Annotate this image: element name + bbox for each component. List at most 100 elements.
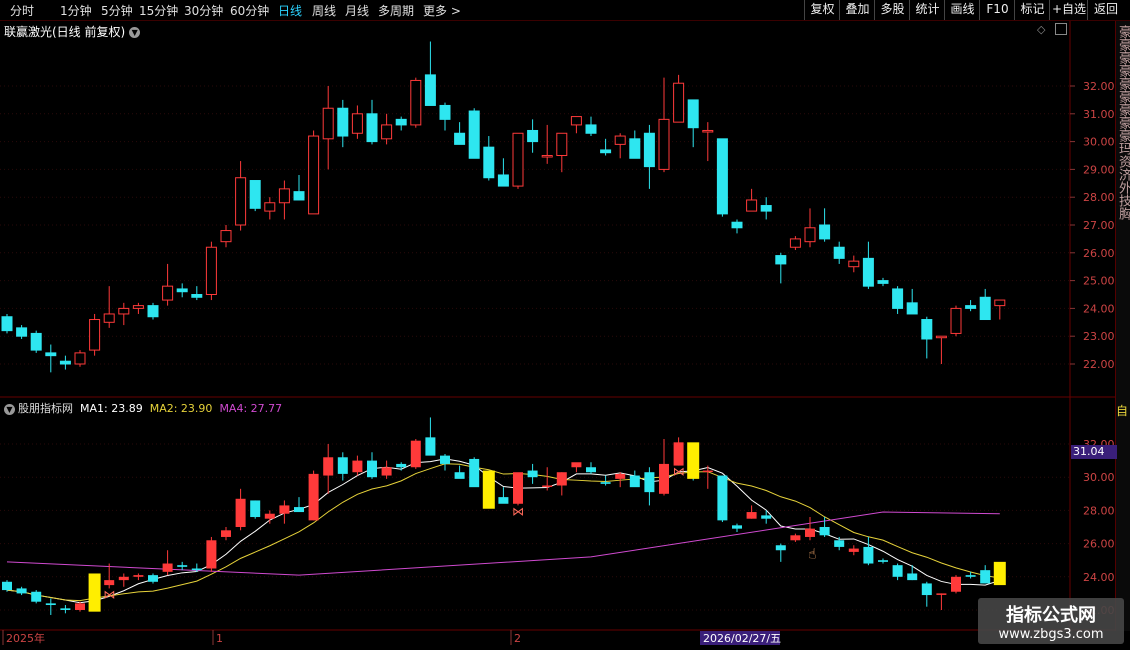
candle-body [31,591,42,602]
yellow-signal-bar [993,561,1006,586]
candle-body [235,498,246,527]
candle-body [322,107,334,140]
candle-body [673,82,685,123]
time-tick-label: 1 [216,632,223,645]
candle-body [790,535,801,541]
candle-body [367,460,377,478]
candle-body [191,568,202,571]
candle-body [615,473,626,479]
candle-body [629,475,640,488]
candle-body [352,460,363,473]
candle-body [965,305,977,309]
candle-body [878,560,888,562]
candle-body [235,177,247,226]
candle-body [220,230,232,243]
time-tick-label: 2 [514,632,521,645]
candle-body [279,505,290,514]
yellow-signal-bar [687,442,700,479]
candle-body [673,442,684,466]
candle-body [833,246,845,259]
price-tick-label: 23.00 [1083,330,1115,343]
candle-body [877,280,889,284]
indicator-tick-label: 26.00 [1083,538,1115,551]
candle-body [907,573,918,581]
candle-body [148,575,158,582]
candle-body [381,467,392,476]
collapse-icon[interactable]: ▼ [4,403,15,415]
candle-body [264,202,276,212]
candle-body [1,316,13,332]
ma4-label: MA4: 27.77 [219,402,283,415]
candle-body [249,180,261,209]
candle-body [541,155,553,158]
candle-body [162,285,174,301]
candle-body [775,255,787,265]
watermark-url: www.zbgs3.com [998,627,1104,642]
candle-body [294,507,304,513]
upper-candles [1,41,1006,373]
candle-body [921,583,932,596]
candle-body [760,205,772,212]
candle-body [118,576,129,581]
kline-chart[interactable]: 22.00 23.00 24.00 25.00 26.00 27.00 28.00 29.00… [0,0,1130,650]
candle-body [935,335,947,339]
candle-body [951,576,961,592]
candle-body [133,575,144,577]
watermark: 指标公式网 www.zbgs3.com [978,598,1124,644]
candle-body [687,99,699,129]
candle-body [278,188,290,204]
candle-body [16,327,28,337]
candle-body [483,146,495,179]
candle-body [936,593,947,595]
candle-body [395,118,407,126]
candle-body [250,500,261,518]
candle-body [221,530,231,537]
candle-body [264,513,275,519]
candle-body [118,307,130,315]
candle-body [177,565,188,567]
candle-body [819,224,831,240]
candle-body [176,288,188,293]
indicator-legend: ▼ 股朋指标网 MA1: 23.89 MA2: 23.90 MA4: 27.77 [4,400,282,416]
candle-body [556,132,568,156]
candle-body [805,528,815,537]
price-tick-label: 25.00 [1083,275,1115,288]
indicator-tick-label: 28.00 [1083,504,1115,517]
butterfly-signal-icon: ⋈ [103,587,115,601]
candle-body [746,512,757,519]
candle-body [132,305,144,309]
butterfly-signal-icon: ⋈ [673,465,685,479]
candle-body [761,515,772,519]
cursor-date-label: 2026/02/27/五 [703,632,781,645]
indicator-tick-label: 24.00 [1083,571,1115,584]
candle-body [570,116,582,126]
candle-body [30,332,42,351]
candle-body [819,527,830,536]
candle-body [396,463,407,468]
price-tick-label: 28.00 [1083,191,1115,204]
candle-body [834,540,845,547]
candle-body [921,319,933,340]
indicator-axis: 22.0024.0026.0028.0030.0032.00 [1083,438,1115,617]
candle-body [45,352,57,357]
candle-body [293,191,305,201]
price-axis: 22.00 23.00 24.00 25.00 26.00 27.00 28.00 29.00… [1070,80,1115,371]
side-info-panel: 豪豪豪豪豪豪豪豪豪玛资济外技胸 自 [1115,21,1130,631]
candle-body [366,113,378,143]
candle-body [994,299,1006,307]
candle-body [775,545,786,551]
candle-body [424,74,436,106]
price-tick-label: 24.00 [1083,302,1115,315]
ma1-label: MA1: 23.89 [80,402,143,415]
candle-body [469,458,480,488]
candle-body [323,457,334,476]
ma2-label: MA2: 23.90 [149,402,213,415]
candle-body [862,257,874,287]
price-tick-label: 32.00 [1083,80,1115,93]
price-tick-label: 30.00 [1083,136,1115,149]
candle-body [337,107,349,137]
candle-body [381,124,393,140]
candle-body [658,118,670,170]
candle-body [468,110,480,159]
candle-body [585,124,597,134]
